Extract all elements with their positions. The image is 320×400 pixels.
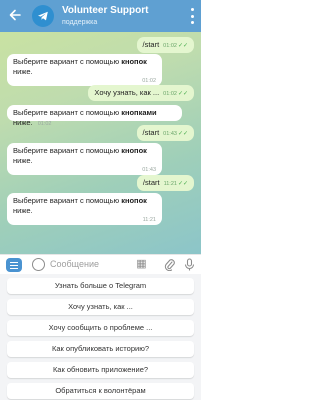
incoming-message[interactable]: Выберите вариант с помощью кнопками ниже… xyxy=(7,105,182,127)
chat-subtitle: поддержка xyxy=(62,19,98,26)
outgoing-message[interactable]: /start 01:02✓✓ xyxy=(136,37,194,53)
message-time: 01:02 xyxy=(163,91,177,97)
read-check-icon: ✓✓ xyxy=(177,43,188,49)
attach-icon[interactable] xyxy=(163,258,176,271)
outgoing-message[interactable]: /start 01:43✓✓ xyxy=(136,125,194,141)
keyboard-button-publish-story[interactable]: Как опубликовать историю? xyxy=(7,341,194,357)
message-text: Хочу узнать, как ... xyxy=(94,88,160,97)
avatar[interactable] xyxy=(32,5,54,27)
message-time: 11:21 xyxy=(142,217,156,223)
bot-keyboard-toggle-icon[interactable] xyxy=(6,258,22,272)
message-time: 01:43 xyxy=(142,167,156,173)
message-time: 01:02 xyxy=(163,43,177,49)
incoming-message[interactable]: Выберите вариант с помощью кнопок ниже. … xyxy=(7,193,162,225)
message-composer: Сообщение ▦ xyxy=(0,254,201,274)
message-text: Выберите вариант с помощью кнопок ниже. xyxy=(13,57,147,76)
bot-keyboard: Узнать больше о Telegram Хочу узнать, ка… xyxy=(0,274,201,400)
microphone-icon[interactable] xyxy=(183,258,196,271)
message-list: /start 01:02✓✓ Выберите вариант с помощью… xyxy=(0,32,201,254)
telegram-plane-icon xyxy=(38,11,48,21)
read-check-icon: ✓✓ xyxy=(177,91,188,97)
more-options-icon[interactable] xyxy=(189,8,195,24)
message-text: /start xyxy=(142,40,160,49)
keyboard-button-contact-volunteers[interactable]: Обратиться к волонтёрам xyxy=(7,383,194,399)
message-text: Выберите вариант с помощью кнопок ниже. xyxy=(13,196,147,215)
message-text: /start xyxy=(142,128,160,137)
message-time: 01:02 xyxy=(37,121,52,127)
outgoing-message[interactable]: Хочу узнать, как ... 01:02✓✓ xyxy=(88,85,194,101)
message-time: 11:21 xyxy=(163,181,177,187)
back-arrow-icon[interactable] xyxy=(8,8,22,22)
message-time: 01:43 xyxy=(163,131,177,137)
message-time: 01:02 xyxy=(142,78,156,84)
keyboard-button-report-problem[interactable]: Хочу сообщить о проблеме ... xyxy=(7,320,194,336)
emoji-icon[interactable] xyxy=(32,258,45,271)
keyboard-button-learn-how[interactable]: Хочу узнать, как ... xyxy=(7,299,194,315)
chat-header: Volunteer Support поддержка xyxy=(0,0,201,32)
message-text: Выберите вариант с помощью кнопками ниже… xyxy=(13,108,157,127)
outgoing-message[interactable]: /start 11:21✓✓ xyxy=(136,175,194,191)
keyboard-button-update-app[interactable]: Как обновить приложение? xyxy=(7,362,194,378)
message-text: /start xyxy=(142,178,160,187)
sticker-icon[interactable]: ▦ xyxy=(135,258,148,271)
keyboard-button-telegram-info[interactable]: Узнать больше о Telegram xyxy=(7,278,194,294)
read-check-icon: ✓✓ xyxy=(177,131,188,137)
message-text: Выберите вариант с помощью кнопок ниже. xyxy=(13,146,147,165)
read-check-icon: ✓✓ xyxy=(177,181,188,187)
message-input[interactable]: Сообщение xyxy=(50,259,99,269)
incoming-message[interactable]: Выберите вариант с помощью кнопок ниже. … xyxy=(7,143,162,175)
chat-title[interactable]: Volunteer Support xyxy=(62,5,148,17)
incoming-message[interactable]: Выберите вариант с помощью кнопок ниже. … xyxy=(7,54,162,86)
